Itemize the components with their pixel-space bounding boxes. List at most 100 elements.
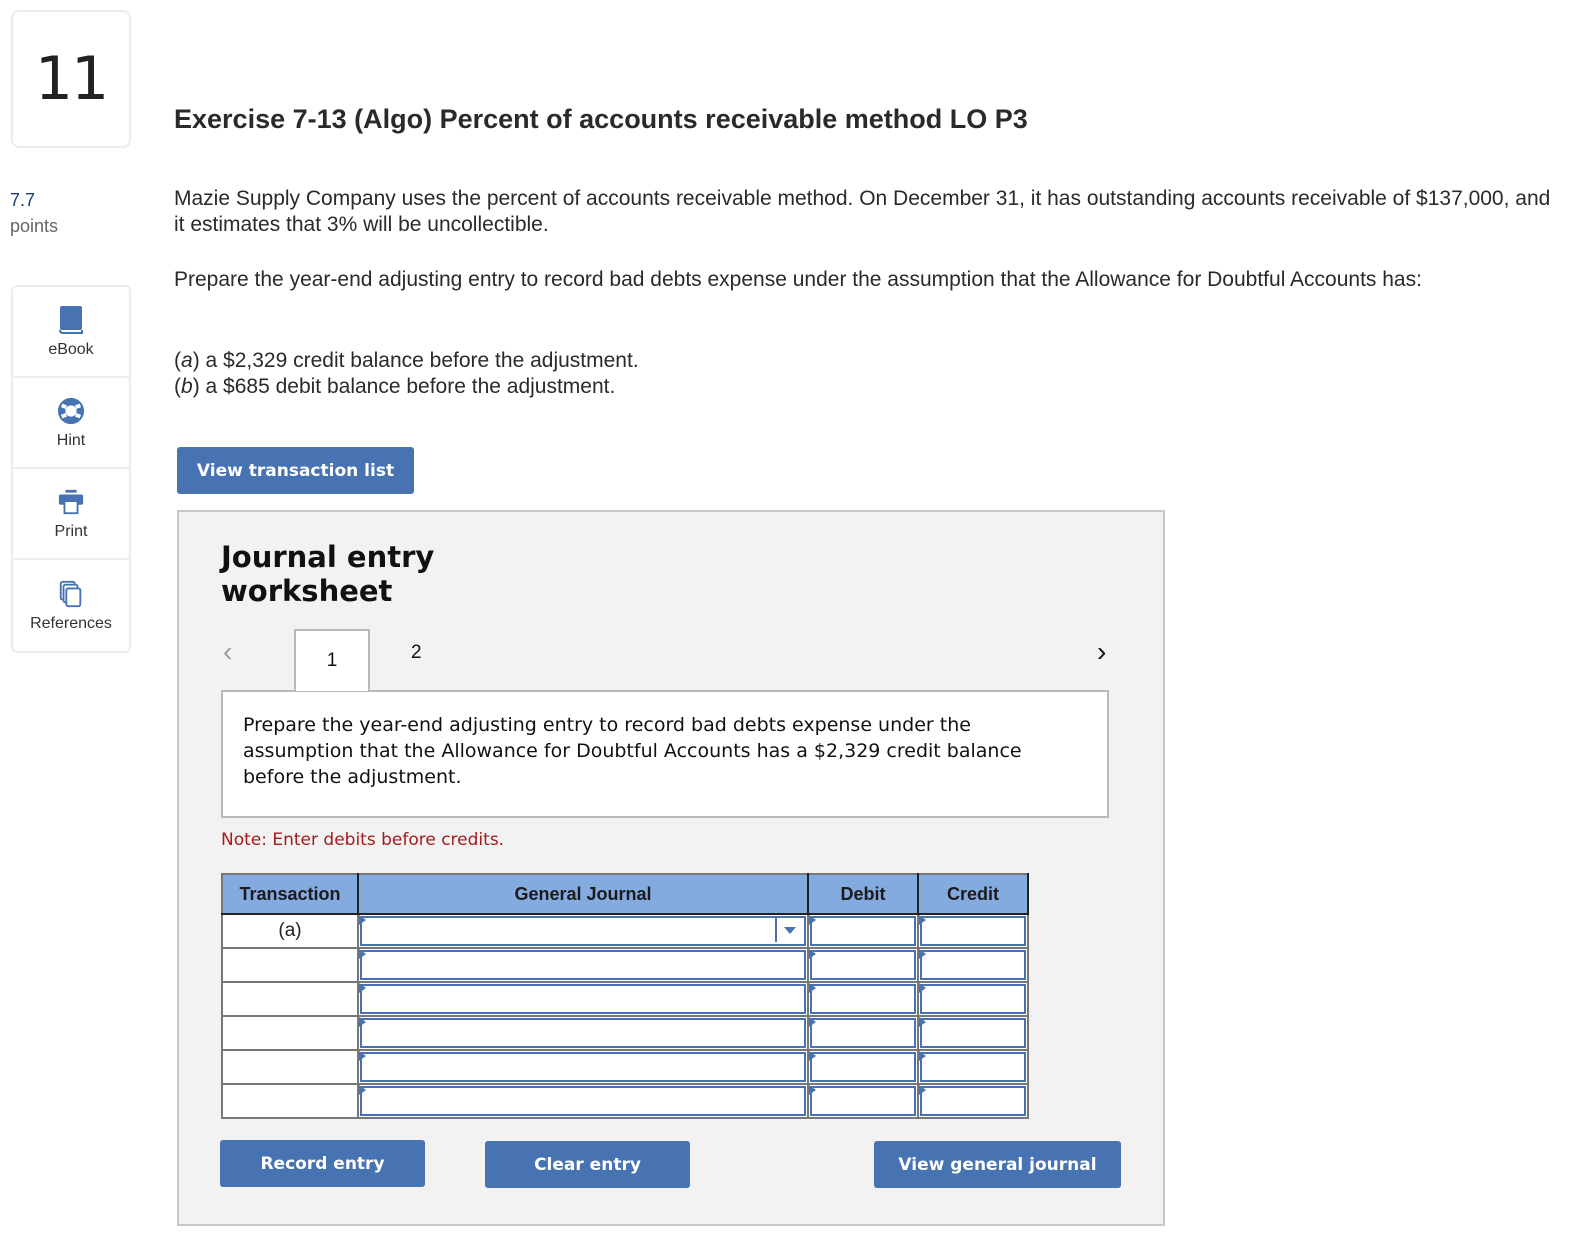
table-row (221, 1015, 1029, 1051)
cell-marker-icon (809, 1085, 816, 1095)
account-select[interactable] (360, 1052, 806, 1082)
sidebar-item-hint[interactable]: Hint (13, 378, 129, 469)
printer-icon (58, 489, 84, 514)
worksheet-instruction: Prepare the year-end adjusting entry to … (221, 690, 1109, 818)
debit-input[interactable] (810, 1018, 916, 1048)
credit-cell (917, 981, 1029, 1017)
debit-input[interactable] (810, 1086, 916, 1116)
sidebar-item-label: Print (54, 522, 88, 540)
account-cell (357, 1015, 809, 1051)
cell-marker-icon (919, 1085, 926, 1095)
debit-cell (807, 1083, 919, 1119)
cell-marker-icon (359, 949, 366, 959)
credit-input[interactable] (920, 1018, 1026, 1048)
cell-marker-icon (359, 915, 366, 925)
debit-cell (807, 947, 919, 983)
credit-input[interactable] (920, 1052, 1026, 1082)
cell-marker-icon (919, 1017, 926, 1027)
credit-cell (917, 1015, 1029, 1051)
transaction-cell (221, 947, 359, 983)
cell-marker-icon (359, 1017, 366, 1027)
tab-1[interactable]: 1 (294, 629, 370, 691)
debit-input[interactable] (810, 916, 916, 946)
table-row (221, 1083, 1029, 1119)
account-cell (357, 1049, 809, 1085)
credit-cell (917, 913, 1029, 949)
sidebar-item-label: Hint (56, 431, 86, 449)
points-value: 7.7 (10, 190, 36, 210)
clear-entry-button[interactable]: Clear entry (485, 1141, 690, 1188)
sidebar-item-label: References (30, 614, 112, 632)
cell-marker-icon (919, 949, 926, 959)
account-select[interactable] (360, 1018, 806, 1048)
cell-marker-icon (919, 915, 926, 925)
account-select[interactable] (360, 950, 806, 980)
tab-2[interactable]: 2 (411, 642, 422, 664)
header-debit: Debit (807, 873, 919, 915)
credit-input[interactable] (920, 916, 1026, 946)
problem-paragraph-2: Prepare the year-end adjusting entry to … (174, 268, 1422, 291)
table-row (221, 981, 1029, 1017)
book-icon (59, 305, 83, 334)
transaction-cell (221, 1049, 359, 1085)
journal-table-header: Transaction General Journal Debit Credit (221, 873, 1029, 915)
part-b: (b) a $685 debit balance before the adju… (174, 375, 616, 398)
transaction-cell (221, 981, 359, 1017)
documents-icon (59, 580, 82, 607)
account-select[interactable] (360, 984, 806, 1014)
header-general-journal: General Journal (357, 873, 809, 915)
account-cell (357, 1083, 809, 1119)
transaction-cell (221, 1015, 359, 1051)
account-select[interactable] (360, 916, 806, 946)
header-transaction: Transaction (221, 873, 359, 915)
question-number: 11 (34, 44, 109, 114)
worksheet-title: Journal entry worksheet (221, 540, 435, 608)
view-general-journal-button[interactable]: View general journal (874, 1141, 1121, 1188)
sidebar-tools: eBook Hint Print References (11, 285, 131, 653)
chevron-right-icon[interactable]: › (1097, 636, 1106, 668)
cell-marker-icon (919, 1051, 926, 1061)
credit-input[interactable] (920, 950, 1026, 980)
cell-marker-icon (809, 949, 816, 959)
debit-input[interactable] (810, 1052, 916, 1082)
credit-input[interactable] (920, 1086, 1026, 1116)
chevron-left-icon[interactable]: ‹ (223, 636, 232, 668)
lifebuoy-icon (57, 397, 85, 424)
credit-cell (917, 947, 1029, 983)
account-select[interactable] (360, 1086, 806, 1116)
view-transaction-list-button[interactable]: View transaction list (177, 447, 414, 494)
table-row (221, 947, 1029, 983)
cell-marker-icon (809, 983, 816, 993)
question-number-box: 11 (11, 10, 131, 148)
table-row: (a) (221, 913, 1029, 949)
account-cell (357, 981, 809, 1017)
cell-marker-icon (359, 983, 366, 993)
transaction-cell: (a) (221, 913, 359, 949)
debit-cell (807, 1049, 919, 1085)
problem-title: Exercise 7-13 (Algo) Percent of accounts… (174, 104, 1028, 134)
table-row (221, 1049, 1029, 1085)
sidebar-item-label: eBook (48, 340, 94, 358)
debit-input[interactable] (810, 950, 916, 980)
sidebar-item-ebook[interactable]: eBook (13, 287, 129, 378)
header-credit: Credit (917, 873, 1029, 915)
cell-marker-icon (359, 1051, 366, 1061)
debit-cell (807, 1015, 919, 1051)
record-entry-button[interactable]: Record entry (220, 1140, 425, 1187)
credit-input[interactable] (920, 984, 1026, 1014)
cell-marker-icon (809, 1051, 816, 1061)
sidebar-item-references[interactable]: References (13, 560, 129, 651)
cell-marker-icon (359, 1085, 366, 1095)
account-cell (357, 947, 809, 983)
debit-cell (807, 913, 919, 949)
dropdown-arrow-icon[interactable] (775, 918, 803, 942)
cell-marker-icon (809, 1017, 816, 1027)
cell-marker-icon (809, 915, 816, 925)
debit-input[interactable] (810, 984, 916, 1014)
account-cell (357, 913, 809, 949)
credit-cell (917, 1083, 1029, 1119)
sidebar-item-print[interactable]: Print (13, 469, 129, 560)
problem-paragraph-1: Mazie Supply Company uses the percent of… (174, 187, 1551, 236)
journal-table: Transaction General Journal Debit Credit… (221, 873, 1029, 1119)
part-a: (a) a $2,329 credit balance before the a… (174, 349, 639, 372)
